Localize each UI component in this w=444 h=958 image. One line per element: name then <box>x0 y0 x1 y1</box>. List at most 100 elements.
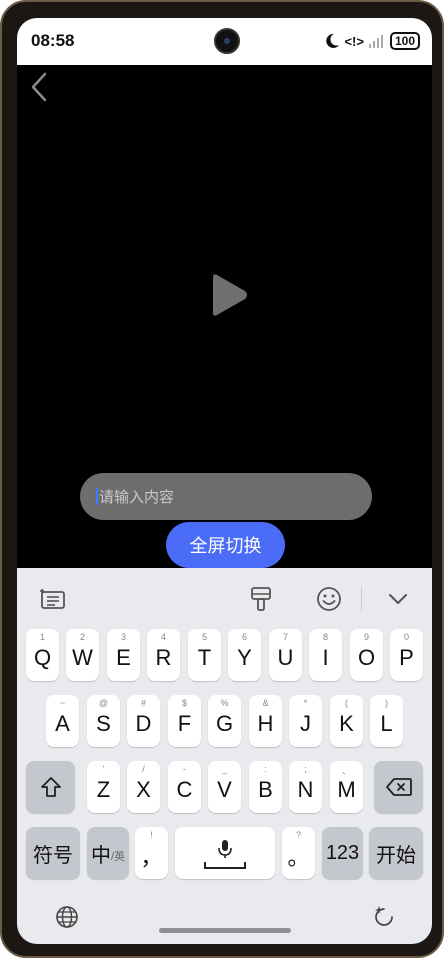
key-sub: % <box>220 698 229 708</box>
key-s[interactable]: @ S <box>87 695 120 747</box>
key-label: B <box>258 777 273 802</box>
clipboard-button[interactable] <box>37 584 67 614</box>
emoji-button[interactable] <box>314 584 344 614</box>
fullscreen-toggle-button[interactable]: 全屏切换 <box>166 522 285 568</box>
key-q[interactable]: 1Q <box>26 629 59 681</box>
theme-button[interactable] <box>246 584 276 614</box>
key-l[interactable]: ) L <box>370 695 403 747</box>
key-z[interactable]: ' Z <box>87 761 120 813</box>
key-label: M <box>337 777 356 802</box>
key-c[interactable]: -C <box>168 761 201 813</box>
key-sub: - <box>183 764 186 774</box>
key-label: I <box>322 645 329 670</box>
key-i[interactable]: 8I <box>309 629 342 681</box>
key-label: A <box>55 711 70 736</box>
symbols-key[interactable]: 符号 <box>26 827 80 879</box>
microphone-icon <box>204 840 246 869</box>
key-t[interactable]: 5T <box>188 629 221 681</box>
clipboard-text-icon <box>40 589 65 609</box>
key-m[interactable]: 、 M <box>330 761 363 813</box>
keyboard-refresh-button[interactable] <box>369 902 399 932</box>
key-label: ， <box>140 845 163 870</box>
key-label: V <box>217 777 232 802</box>
key-sub: # <box>140 698 146 708</box>
key-label: C <box>176 777 193 802</box>
text-caret <box>96 488 98 505</box>
toolbar-divider <box>361 587 362 611</box>
play-button[interactable] <box>207 271 251 319</box>
status-time: 08:58 <box>31 31 75 50</box>
key-w[interactable]: 2W <box>66 629 99 681</box>
numbers-key[interactable]: 123 <box>322 827 363 879</box>
key-label: E <box>116 645 131 670</box>
key-sub: 0 <box>403 632 409 642</box>
keyboard-toolbar <box>17 568 432 628</box>
chevron-left-icon <box>31 72 47 102</box>
key-sub: & <box>262 698 269 708</box>
key-sub: 9 <box>363 632 369 642</box>
key-o[interactable]: 9O <box>350 629 383 681</box>
key-y[interactable]: 6Y <box>228 629 261 681</box>
key-sub: : <box>264 764 267 774</box>
key-n[interactable]: ; N <box>289 761 322 813</box>
key-label: Q <box>33 645 52 670</box>
key-sub: ! <box>150 830 153 840</box>
key-x[interactable]: / X <box>127 761 160 813</box>
key-label: S <box>96 711 111 736</box>
period-key[interactable]: ?。 <box>282 827 315 879</box>
input-placeholder: 请输入内容 <box>99 489 175 506</box>
key-u[interactable]: 7U <box>269 629 302 681</box>
signal-warning-text: <!> <box>344 33 364 49</box>
key-p[interactable]: 0P <box>390 629 423 681</box>
key-label: D <box>135 711 152 736</box>
key-sub: $ <box>181 698 187 708</box>
key-j[interactable]: * J <box>289 695 322 747</box>
shift-arrow-icon <box>40 777 61 797</box>
key-label: H <box>257 711 274 736</box>
enter-key[interactable]: 开始 <box>369 827 423 879</box>
lang-sub: /英 <box>110 851 126 863</box>
language-switch-key[interactable]: 中/英 <box>87 827 129 879</box>
key-d[interactable]: # D <box>127 695 160 747</box>
content-input[interactable]: 请输入内容 <box>80 473 372 520</box>
key-sub: / <box>142 764 145 774</box>
soft-keyboard: 1Q 2W 3E 4R 5T 6Y 7U 8I 9O 0P ~ A @ S # D $… <box>17 568 432 944</box>
key-sub: ' <box>102 764 105 774</box>
paint-brush-icon <box>251 587 271 611</box>
shift-key[interactable] <box>26 761 75 813</box>
video-player[interactable]: 请输入内容 全屏切换 <box>17 65 432 568</box>
key-label: T <box>197 645 212 670</box>
space-key[interactable] <box>175 827 275 879</box>
key-label: G <box>215 711 234 736</box>
globe-button[interactable] <box>52 902 82 932</box>
key-label: X <box>136 777 151 802</box>
home-indicator[interactable] <box>159 928 291 933</box>
key-sub: ? <box>295 830 301 840</box>
backspace-key[interactable] <box>374 761 423 813</box>
key-label: N <box>297 777 314 802</box>
key-e[interactable]: 3E <box>107 629 140 681</box>
key-label: L <box>380 711 393 736</box>
key-sub: 1 <box>39 632 45 642</box>
screen: 08:58 <!> 100 请输入内容 全屏切换 1 Q 2 W 3 E 4 R… <box>17 18 432 944</box>
key-k[interactable]: (K <box>330 695 363 747</box>
key-label: Y <box>237 645 252 670</box>
play-icon <box>213 274 247 316</box>
key-sub: 5 <box>201 632 207 642</box>
key-sub: 2 <box>79 632 85 642</box>
hide-keyboard-button[interactable] <box>383 584 413 614</box>
key-sub: @ <box>98 698 109 708</box>
key-h[interactable]: & H <box>249 695 282 747</box>
key-sub: ) <box>385 698 388 708</box>
key-g[interactable]: % G <box>208 695 241 747</box>
key-b[interactable]: :B <box>249 761 282 813</box>
key-f[interactable]: $ F <box>168 695 201 747</box>
back-button[interactable] <box>25 69 53 105</box>
key-v[interactable]: _ V <box>208 761 241 813</box>
key-r[interactable]: 4R <box>147 629 180 681</box>
moon-icon <box>326 33 340 48</box>
comma-key[interactable]: !， <box>135 827 168 879</box>
key-label: J <box>300 711 311 736</box>
key-a[interactable]: ~ A <box>46 695 79 747</box>
key-label: Z <box>96 777 111 802</box>
